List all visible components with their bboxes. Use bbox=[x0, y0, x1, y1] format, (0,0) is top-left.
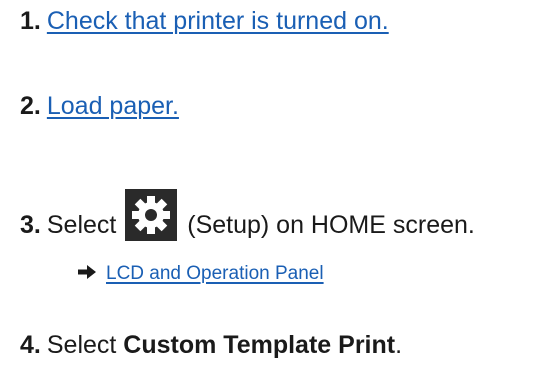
step-number: 3. bbox=[20, 211, 41, 239]
step-text-select: Select bbox=[46, 211, 117, 239]
gear-icon bbox=[125, 189, 178, 241]
step-3: 3. Select (Setup) on HOME screen. bbox=[20, 189, 475, 241]
step-period: . bbox=[395, 331, 403, 359]
step-number: 4. bbox=[20, 331, 41, 359]
step-4: 4. Select Custom Template Print. bbox=[20, 330, 402, 360]
load-paper-link[interactable]: Load paper. bbox=[47, 92, 179, 120]
step-text-setup: (Setup) on HOME screen. bbox=[180, 211, 475, 239]
check-printer-on-link[interactable]: Check that printer is turned on. bbox=[47, 7, 389, 35]
step-number: 2. bbox=[20, 92, 41, 120]
right-arrow-icon bbox=[78, 262, 96, 279]
lcd-panel-reference: LCD and Operation Panel bbox=[78, 262, 324, 286]
step-text-select: Select bbox=[46, 331, 124, 359]
lcd-operation-panel-link[interactable]: LCD and Operation Panel bbox=[106, 263, 324, 284]
step-1: 1. Check that printer is turned on. bbox=[20, 6, 389, 36]
custom-template-print-label: Custom Template Print bbox=[123, 331, 396, 359]
step-2: 2. Load paper. bbox=[20, 91, 179, 121]
step-number: 1. bbox=[20, 7, 41, 35]
